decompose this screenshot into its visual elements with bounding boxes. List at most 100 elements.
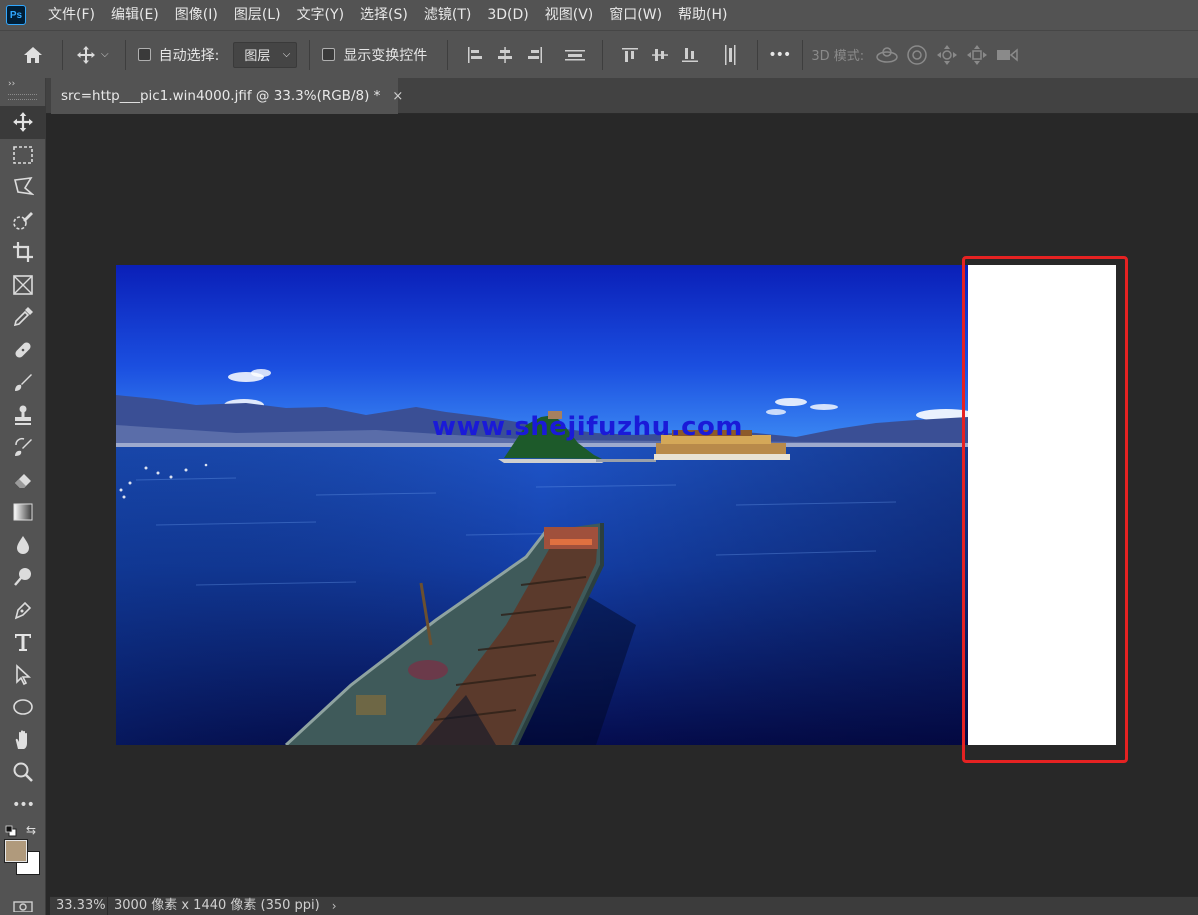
auto-select-label: 自动选择: <box>158 47 220 64</box>
gradient-tool[interactable] <box>0 496 46 529</box>
document-tab[interactable]: src=http___pic1.win4000.jfif @ 33.3%(RGB… <box>51 78 403 114</box>
document-size-info: 3000 像素 x 1440 像素 (350 ppi) <box>114 898 320 913</box>
eraser-tool[interactable] <box>0 464 46 497</box>
align-right-icon[interactable] <box>520 40 550 70</box>
color-swatches: ⇆ <box>0 821 46 883</box>
foreground-color-swatch[interactable] <box>4 839 28 863</box>
canvas-area[interactable]: www.shejifuzhu.com <box>50 114 1198 896</box>
menu-image[interactable]: 图像(I) <box>167 0 226 30</box>
history-brush-tool[interactable] <box>0 431 46 464</box>
ellipse-tool[interactable] <box>0 691 46 724</box>
dodge-icon <box>14 568 31 587</box>
align-top-icon[interactable] <box>615 40 645 70</box>
auto-select-checkbox[interactable] <box>137 48 151 61</box>
stamp-icon <box>15 405 31 425</box>
ellipse-icon <box>13 699 33 716</box>
eyedropper-icon <box>13 307 33 327</box>
arrow-cursor-icon <box>16 663 32 685</box>
quick-mask-icon[interactable] <box>0 898 46 915</box>
frame-icon <box>13 274 33 295</box>
move-tool[interactable] <box>0 106 46 139</box>
chevron-down-icon: ⌵ <box>282 49 291 60</box>
close-icon[interactable]: × <box>392 89 403 104</box>
type-icon <box>15 634 31 652</box>
distribute-vertical-icon[interactable] <box>715 40 745 70</box>
watermark-text: www.shejifuzhu.com <box>432 412 743 442</box>
3d-roll-icon[interactable] <box>902 40 932 70</box>
menu-select[interactable]: 选择(S) <box>352 0 416 30</box>
bandage-icon <box>15 342 31 358</box>
show-transform-checkbox[interactable] <box>322 48 336 61</box>
separator <box>802 39 804 70</box>
default-colors-icon[interactable] <box>5 825 17 837</box>
document-photo[interactable] <box>116 265 968 745</box>
separator <box>124 39 126 70</box>
chevron-right-icon[interactable]: › <box>332 899 337 913</box>
menu-file[interactable]: 文件(F) <box>40 0 103 30</box>
align-horizontal-center-icon[interactable] <box>490 40 520 70</box>
menu-filter[interactable]: 滤镜(T) <box>416 0 479 30</box>
home-icon[interactable] <box>18 40 48 70</box>
options-bar: ⌵ 自动选择: 图层 ⌵ 显示变换控件 ••• 3D 模式: <box>0 30 1198 78</box>
lasso-tool[interactable] <box>0 171 46 204</box>
3d-orbit-icon[interactable] <box>872 40 902 70</box>
swap-colors-icon[interactable]: ⇆ <box>26 823 36 837</box>
separator <box>62 39 63 70</box>
zoom-tool[interactable] <box>0 756 46 789</box>
menu-window[interactable]: 窗口(W) <box>601 0 670 30</box>
3d-mode-label: 3D 模式: <box>811 49 865 64</box>
3d-slide-icon[interactable] <box>962 40 992 70</box>
toolbar-collapse-button[interactable]: ›› <box>0 78 45 92</box>
pen-tool[interactable] <box>0 594 46 627</box>
separator <box>602 39 604 70</box>
align-vertical-center-icon[interactable] <box>645 40 675 70</box>
crop-icon <box>13 242 33 263</box>
auto-select-target-dropdown[interactable]: 图层 ⌵ <box>233 41 298 68</box>
red-highlight-box <box>962 256 1128 763</box>
photoshop-logo-icon[interactable]: Ps <box>6 5 26 25</box>
blur-tool[interactable] <box>0 529 46 562</box>
chevron-down-icon[interactable]: ⌵ <box>101 49 109 60</box>
frame-tool[interactable] <box>0 269 46 302</box>
gradient-icon <box>13 503 33 521</box>
marquee-tool[interactable] <box>0 139 46 172</box>
dodge-tool[interactable] <box>0 561 46 594</box>
path-selection-tool[interactable] <box>0 659 46 692</box>
separator <box>309 39 311 70</box>
menu-edit[interactable]: 编辑(E) <box>103 0 167 30</box>
eraser-icon <box>15 473 31 488</box>
more-options-button[interactable]: ••• <box>764 47 794 63</box>
crop-tool[interactable] <box>0 236 46 269</box>
align-left-icon[interactable] <box>460 40 490 70</box>
status-bar: 33.33% 3000 像素 x 1440 像素 (350 ppi) › <box>50 896 1198 915</box>
type-tool[interactable] <box>0 626 46 659</box>
align-bottom-icon[interactable] <box>675 40 705 70</box>
move-tool-preset-icon[interactable] <box>71 40 101 70</box>
clone-stamp-tool[interactable] <box>0 399 46 432</box>
3d-camera-icon[interactable] <box>992 40 1022 70</box>
menu-layer[interactable]: 图层(L) <box>226 0 289 30</box>
document-tab-bar: src=http___pic1.win4000.jfif @ 33.3%(RGB… <box>46 78 1198 114</box>
distribute-horizontal-icon[interactable] <box>560 40 590 70</box>
quick-selection-tool[interactable] <box>0 204 46 237</box>
menu-view[interactable]: 视图(V) <box>537 0 602 30</box>
show-transform-label: 显示变换控件 <box>343 47 428 64</box>
lake-boat-photo <box>116 265 968 745</box>
polygonal-lasso-icon <box>14 177 34 196</box>
3d-pan-icon[interactable] <box>932 40 962 70</box>
layer-select-value: 图层 <box>244 49 271 64</box>
hand-tool[interactable] <box>0 724 46 757</box>
eyedropper-tool[interactable] <box>0 301 46 334</box>
separator <box>447 39 449 70</box>
brush-icon <box>15 374 32 392</box>
toolbar-drag-handle[interactable] <box>8 94 37 100</box>
rectangular-marquee-icon <box>13 145 33 164</box>
menu-type[interactable]: 文字(Y) <box>289 0 352 30</box>
brush-tool[interactable] <box>0 366 46 399</box>
tools-panel: ›› ••• ⇆ <box>0 78 46 915</box>
healing-brush-tool[interactable] <box>0 334 46 367</box>
menu-help[interactable]: 帮助(H) <box>670 0 735 30</box>
zoom-level-field[interactable]: 33.33% <box>50 896 108 915</box>
edit-toolbar-button[interactable]: ••• <box>0 789 46 822</box>
menu-3d[interactable]: 3D(D) <box>479 0 536 30</box>
